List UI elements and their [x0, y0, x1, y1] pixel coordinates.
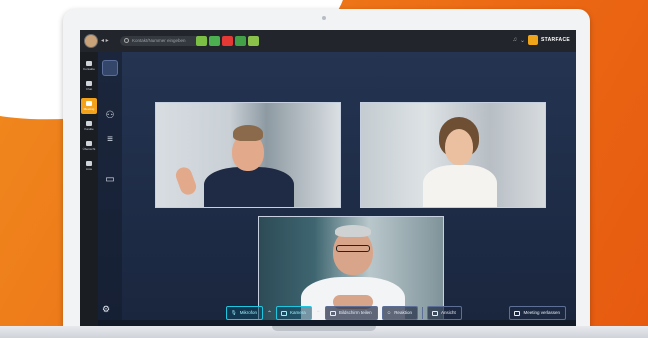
app-shortcut-4-icon[interactable] — [235, 36, 246, 46]
left-rail: Kontakte Chat Meeting Kanäle Übersicht L… — [80, 52, 98, 326]
nav-arrows-icon[interactable]: ◂ ▸ — [101, 37, 115, 45]
app-shortcut-1-icon[interactable] — [196, 36, 207, 46]
participant-hair — [233, 125, 263, 141]
smiley-icon: ☺ — [386, 310, 392, 315]
meeting-side-toolbar: ⚇ ≡ ▭ — [98, 52, 122, 326]
participant-body — [204, 167, 294, 207]
video-tile-participant-1[interactable] — [155, 102, 341, 208]
screen-share-icon — [329, 310, 336, 316]
app-shortcut-3-icon[interactable] — [222, 36, 233, 46]
search-input[interactable]: Kontakt/Nummer eingeben — [120, 36, 208, 46]
user-avatar[interactable] — [84, 34, 98, 48]
participant-glasses — [336, 245, 370, 252]
meeting-logo-icon — [102, 60, 118, 76]
app-window: ◂ ▸ Kontakt/Nummer eingeben ♫ ⌄ STARFACE… — [80, 30, 576, 326]
rail-item-list[interactable]: Liste — [81, 158, 97, 174]
rail-item-label: Kanäle — [84, 127, 94, 131]
title-bar-right: ♫ ⌄ STARFACE — [512, 35, 570, 45]
headset-icon[interactable]: ♫ — [512, 37, 517, 43]
chat-icon — [86, 81, 92, 86]
view-label: Ansicht — [440, 310, 456, 315]
rail-item-meeting[interactable]: Meeting — [81, 98, 97, 114]
brand-logo: STARFACE — [541, 37, 570, 43]
controls-divider — [421, 307, 423, 319]
rail-item-overview[interactable]: Übersicht — [81, 138, 97, 154]
microphone-icon: 🎙 — [231, 310, 237, 315]
share-screen-label: Bildschirm teilen — [338, 310, 372, 315]
participant-body — [423, 165, 497, 207]
rail-item-label: Chat — [85, 87, 93, 91]
participant-hair — [335, 225, 371, 237]
app-shortcuts — [196, 36, 259, 46]
mic-button[interactable]: 🎙 Mikrofon — [226, 306, 263, 320]
camera-button-label: Kamera — [290, 310, 306, 315]
search-icon — [124, 38, 129, 43]
leave-meeting-label: Meeting verlassen — [523, 310, 560, 315]
rail-item-label: Übersicht — [82, 147, 96, 151]
contacts-icon — [86, 61, 92, 66]
webcam-dot — [322, 16, 326, 20]
leave-meeting-button[interactable]: Meeting verlassen — [509, 306, 566, 320]
brand-badge-icon — [528, 35, 539, 45]
share-screen-button[interactable]: Bildschirm teilen — [324, 306, 378, 320]
meeting-controls: 🎙 Mikrofon ⌃ Kamera ⌃ Bildschirm teilen … — [226, 306, 462, 320]
app-shortcut-5-icon[interactable] — [248, 36, 259, 46]
reaction-label: Reaktion — [394, 310, 412, 315]
mic-button-label: Mikrofon — [239, 310, 257, 315]
rail-item-chat[interactable]: Chat — [81, 78, 97, 94]
title-bar: ◂ ▸ Kontakt/Nummer eingeben ♫ ⌄ STARFACE — [80, 30, 576, 52]
chat-bubble-icon[interactable]: ▭ — [104, 174, 116, 186]
channels-icon — [86, 121, 92, 126]
rail-item-contacts[interactable]: Kontakte — [81, 58, 97, 74]
rail-item-label: Kontakte — [83, 67, 95, 71]
app-shortcut-2-icon[interactable] — [209, 36, 220, 46]
list-icon — [86, 161, 92, 166]
chevron-down-icon[interactable]: ⌄ — [520, 37, 525, 44]
meeting-area: ⚇ ≡ ▭ — [98, 52, 576, 326]
video-tile-participant-2[interactable] — [360, 102, 546, 208]
participant-head — [445, 129, 473, 165]
search-placeholder: Kontakt/Nummer eingeben — [132, 38, 186, 43]
laptop-notch — [272, 326, 376, 331]
camera-button[interactable]: Kamera — [276, 306, 312, 320]
mic-options-chevron-icon[interactable]: ⌃ — [267, 310, 272, 317]
camera-icon — [281, 310, 288, 316]
exit-icon — [514, 310, 521, 316]
camera-options-chevron-icon[interactable]: ⌃ — [316, 310, 321, 317]
layout-icon — [431, 310, 438, 316]
meeting-icon — [86, 101, 92, 106]
participants-icon[interactable]: ⚇ — [104, 110, 116, 122]
settings-gear-icon[interactable]: ⚙ — [102, 304, 110, 315]
rail-item-channels[interactable]: Kanäle — [81, 118, 97, 134]
rail-item-label: Liste — [85, 167, 93, 171]
list-icon[interactable]: ≡ — [104, 134, 116, 146]
overview-icon — [86, 141, 92, 146]
rail-item-label: Meeting — [83, 107, 95, 111]
reaction-button[interactable]: ☺ Reaktion — [381, 306, 418, 320]
view-button[interactable]: Ansicht — [426, 306, 462, 320]
